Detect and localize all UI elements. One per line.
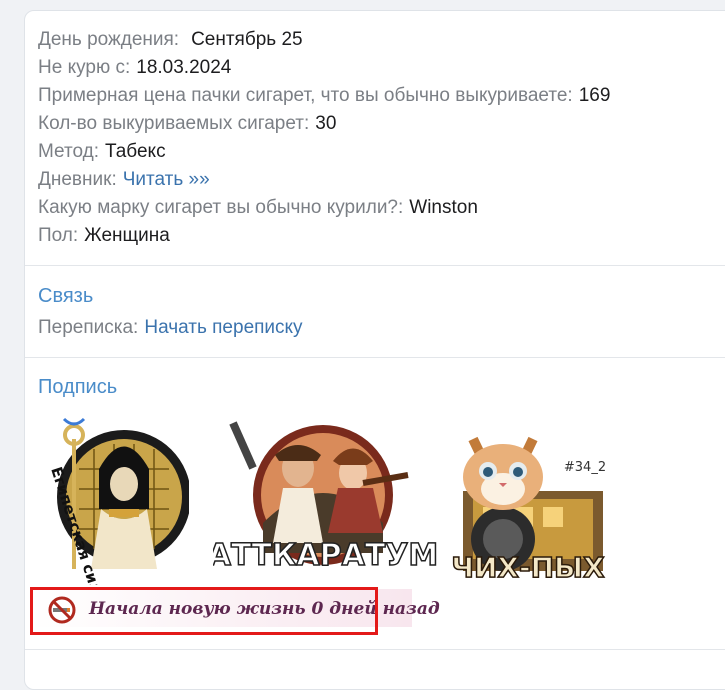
- divider: [25, 357, 725, 358]
- field-birthday: День рождения: Сентябрь 25: [38, 28, 303, 52]
- contact-section-title: Связь: [38, 285, 94, 307]
- divider: [25, 649, 725, 650]
- field-cigarettes-count: Кол-во выкуриваемых сигарет: 30: [38, 112, 336, 136]
- start-conversation-link[interactable]: Начать переписку: [144, 317, 302, 338]
- field-diary: Дневник: Читать »»: [38, 168, 210, 192]
- field-pack-price: Примерная цена пачки сигарет, что вы обы…: [38, 84, 610, 108]
- field-label: Примерная цена пачки сигарет, что вы обы…: [38, 85, 573, 106]
- field-value: Женщина: [84, 225, 170, 246]
- signature-image-tag: #34_2: [564, 460, 606, 475]
- signature-image-egyptian: Египетская сила · 34_4: [47, 417, 189, 585]
- field-value: 18.03.2024: [136, 57, 232, 78]
- signature-image-caption: АТТКАРАТУМ: [213, 538, 438, 573]
- field-value: Winston: [409, 197, 478, 218]
- field-value: 30: [315, 113, 337, 134]
- field-brand: Какую марку сигарет вы обычно курили?: Wi…: [38, 196, 478, 220]
- field-value: Сентябрь 25: [191, 29, 303, 50]
- signature-section-title: Подпись: [38, 376, 118, 398]
- field-label: Не курю с:: [38, 57, 131, 78]
- field-label: Кол-во выкуриваемых сигарет:: [38, 113, 310, 134]
- diary-read-link[interactable]: Читать »»: [123, 169, 210, 190]
- highlight-box: [30, 587, 378, 635]
- field-label: Метод:: [38, 141, 99, 162]
- field-method: Метод: Табекс: [38, 140, 166, 164]
- profile-card: День рождения: Сентябрь 25 Не курю с: 18.0…: [24, 10, 725, 690]
- signature-image-caption: ЧИХ-ПЫХ: [451, 551, 605, 584]
- field-label: Переписка:: [38, 317, 139, 338]
- field-label: День рождения:: [38, 29, 180, 50]
- field-quit-date: Не курю с: 18.03.2024: [38, 56, 231, 80]
- field-messaging: Переписка: Начать переписку: [38, 316, 303, 340]
- field-label: Пол:: [38, 225, 79, 246]
- field-value: 169: [578, 85, 611, 106]
- field-label: Какую марку сигарет вы обычно курили?:: [38, 197, 404, 218]
- divider: [25, 265, 725, 266]
- signature-image-chih-pykh: #34_2 ЧИХ-ПЫХ: [451, 436, 606, 585]
- field-value: Табекс: [104, 141, 166, 162]
- field-label: Дневник:: [38, 169, 117, 190]
- field-gender: Пол: Женщина: [38, 224, 170, 248]
- signature-image-attkaratum: АТТКАРАТУМ: [213, 421, 439, 574]
